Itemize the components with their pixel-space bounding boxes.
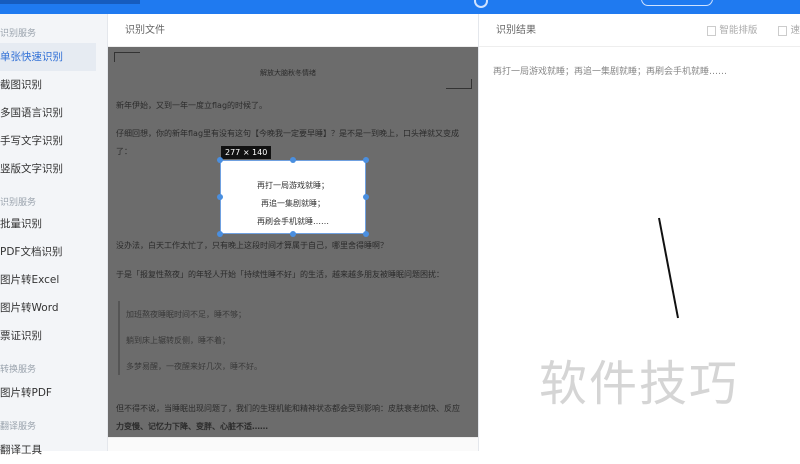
doc-line: 仔细回想，你的新年flag里有没有这句【今晚我一定要早睡】？是不是一到晚上，口头… <box>116 129 460 138</box>
resize-handle[interactable] <box>363 194 369 200</box>
doc-line: 没办法，白天工作太忙了，只有晚上这段时间才算属于自己，哪里舍得睡啊？ <box>116 241 388 250</box>
header-button[interactable] <box>641 0 713 6</box>
doc-quote: 躺到床上辗转反侧，睡不着； <box>126 336 230 345</box>
doc-line: 力变慢、记忆力下降、变胖、心脏不适…… <box>116 422 268 431</box>
sidebar-item-single[interactable]: 单张快速识别 <box>0 43 96 71</box>
resize-handle[interactable] <box>290 231 296 237</box>
resize-handle[interactable] <box>217 231 223 237</box>
selection-box[interactable]: 再打一局游戏就睡； 再追一集剧就睡； 再刷会手机就睡…… <box>220 160 366 234</box>
sidebar-item-pdf[interactable]: PDF文档识别 <box>0 238 96 266</box>
sidebar-item-excel[interactable]: 图片转Excel <box>0 266 96 294</box>
sidebar-item-vertical[interactable]: 竖版文字识别 <box>0 155 96 183</box>
sidebar: 识别服务 单张快速识别 截图识别 多国语言识别 手写文字识别 竖版文字识别 识别… <box>0 14 108 456</box>
resize-handle[interactable] <box>217 157 223 163</box>
resize-handle[interactable] <box>363 231 369 237</box>
user-avatar-icon[interactable] <box>474 0 488 8</box>
sidebar-item-batch[interactable]: 批量识别 <box>0 210 96 238</box>
doc-line: 于是「报复性熬夜」的年轻人开始「持续性睡不好」的生活，越来越多朋友被睡眠问题困扰… <box>116 270 444 279</box>
result-panel: 识别结果 智能排版 速 再打一局游戏就睡；再追一集剧就睡；再刷会手机就睡…… 软… <box>478 14 800 451</box>
section-label: 翻译服务 <box>0 422 37 432</box>
doc-quote: 多梦易醒，一夜醒来好几次，睡不好。 <box>126 362 262 371</box>
doc-quote: 加班熬夜睡眠时间不足，睡不够； <box>126 310 246 319</box>
file-panel-footer <box>108 437 478 451</box>
file-panel-header: 识别文件 <box>108 14 478 47</box>
quote-bar <box>118 301 120 375</box>
resize-handle[interactable] <box>363 157 369 163</box>
doc-line: 新年伊始，又到一年一度立flag的时候了。 <box>116 101 268 110</box>
watermark: 软件技巧 <box>539 356 740 412</box>
sidebar-item-multilang[interactable]: 多国语言识别 <box>0 99 96 127</box>
selection-text: 再打一局游戏就睡； <box>257 181 329 190</box>
resize-handle[interactable] <box>217 194 223 200</box>
doc-line: 了： <box>116 147 132 156</box>
selection-text: 再刷会手机就睡…… <box>257 217 329 226</box>
doc-title: 解放大脑秋冬情绪 <box>260 69 316 77</box>
sidebar-item-ticket[interactable]: 票证识别 <box>0 322 96 350</box>
crop-corner <box>446 79 472 89</box>
section-label: 识别服务 <box>0 29 37 39</box>
selection-text: 再追一集剧就睡； <box>261 199 325 208</box>
stroke-line <box>658 217 679 319</box>
document-preview[interactable]: 解放大脑秋冬情绪 新年伊始，又到一年一度立flag的时候了。 仔细回想，你的新年… <box>108 47 478 437</box>
sidebar-item-translate[interactable]: 翻译工具 <box>0 436 96 464</box>
title-bar <box>0 0 800 14</box>
doc-line: 但不得不说，当睡眠出现问题了，我们的生理机能和精神状态都会受到影响：皮肤衰老加快… <box>116 404 460 413</box>
sidebar-item-screenshot[interactable]: 截图识别 <box>0 71 96 99</box>
section-label: 识别服务 <box>0 198 37 208</box>
selection-size-label: 277 × 140 <box>221 146 272 159</box>
sidebar-item-handwriting[interactable]: 手写文字识别 <box>0 127 96 155</box>
sidebar-item-img2pdf[interactable]: 图片转PDF <box>0 379 96 407</box>
app-title <box>0 0 140 4</box>
crop-corner <box>114 52 140 62</box>
resize-handle[interactable] <box>290 157 296 163</box>
sidebar-item-word[interactable]: 图片转Word <box>0 294 96 322</box>
file-panel: 识别文件 解放大脑秋冬情绪 新年伊始，又到一年一度立flag的时候了。 仔细回想… <box>108 14 478 451</box>
section-label: 转换服务 <box>0 365 37 375</box>
